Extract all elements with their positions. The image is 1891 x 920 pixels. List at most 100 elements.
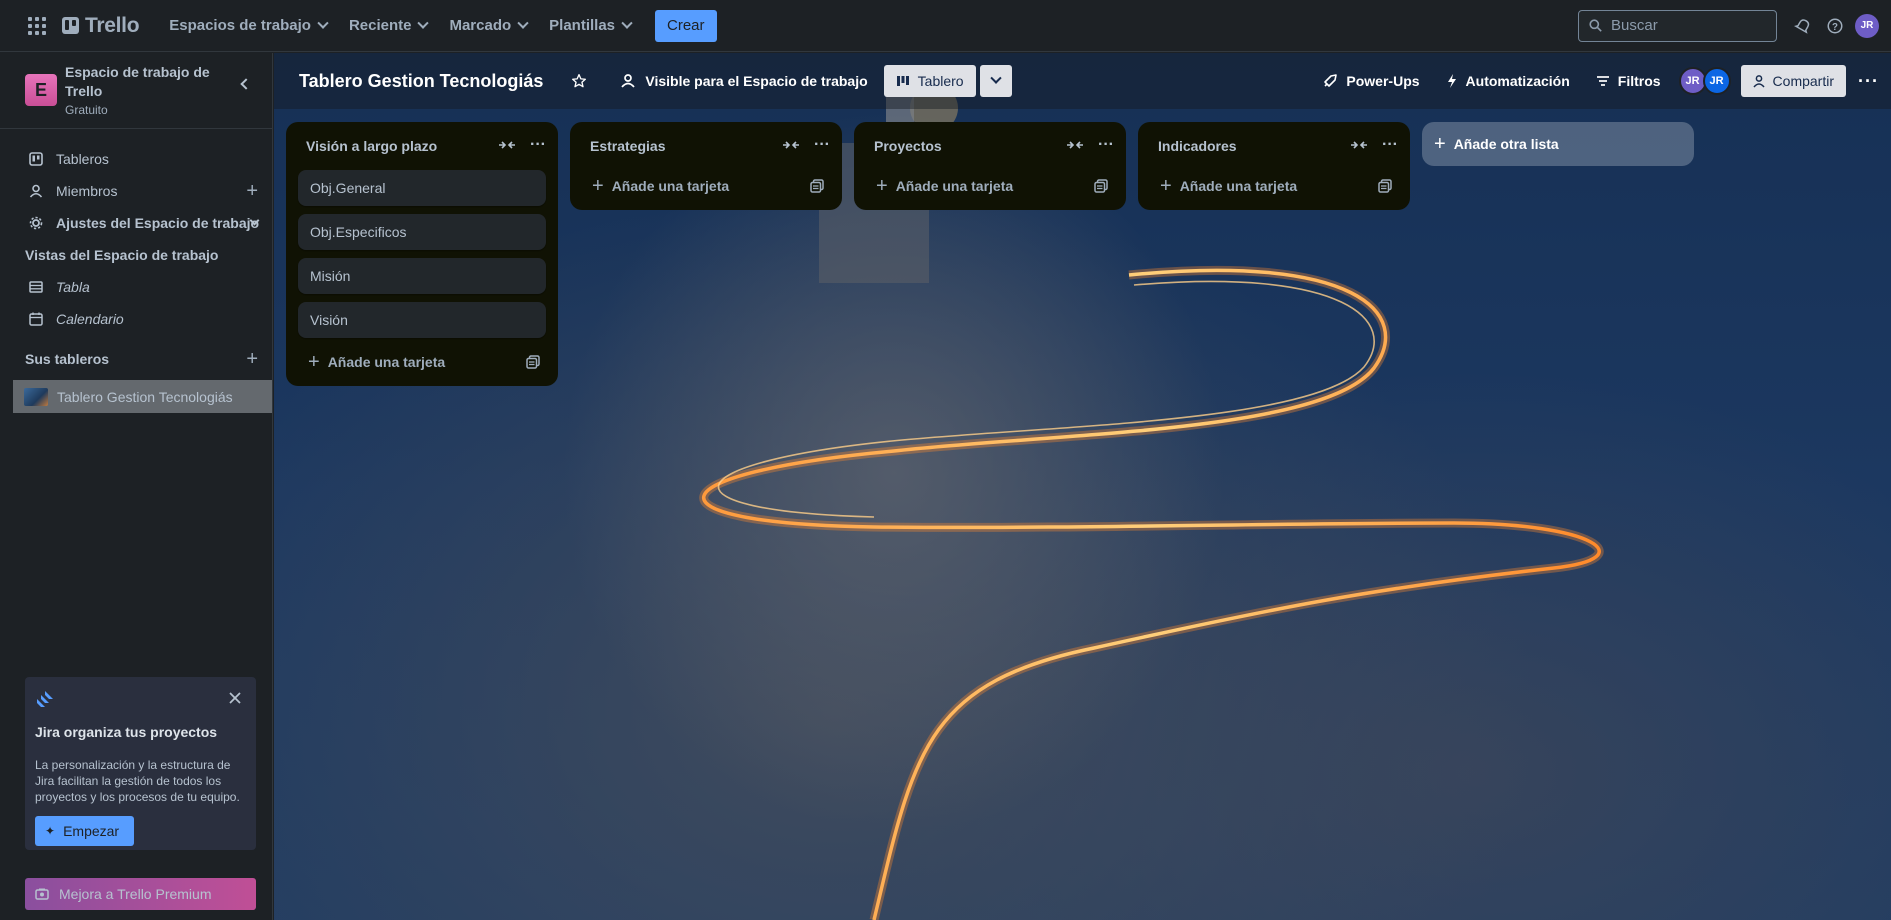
list-header[interactable]: Indicadores ··· (1146, 130, 1402, 162)
close-icon[interactable] (228, 691, 242, 705)
workspace-badge[interactable]: E (25, 74, 57, 106)
list-menu-icon[interactable]: ··· (814, 137, 830, 153)
sidebar-item-label: Calendario (56, 311, 124, 327)
create-button[interactable]: Crear (655, 9, 717, 42)
board-view-button[interactable]: Tablero (883, 65, 976, 97)
add-board-icon[interactable]: + (246, 348, 258, 371)
workspace-name[interactable]: Espacio de trabajo de Trello (65, 63, 215, 101)
table-icon (28, 281, 44, 293)
add-card-label: Añade una tarjeta (611, 178, 730, 194)
board-title[interactable]: Tablero Gestion Tecnologiás (299, 71, 543, 92)
add-card-button[interactable]: + Añade una tarjeta (578, 170, 834, 202)
search-box[interactable] (1578, 9, 1777, 42)
share-button[interactable]: Compartir (1740, 65, 1847, 97)
list-title[interactable]: Indicadores (1158, 138, 1237, 154)
sidebar-item-members[interactable]: Miembros + (0, 175, 272, 207)
add-member-icon[interactable]: + (246, 180, 258, 203)
add-list-button[interactable]: + Añade otra lista (1422, 122, 1694, 166)
notifications-icon[interactable] (1787, 10, 1819, 42)
filters-button[interactable]: Filtros (1588, 65, 1669, 97)
star-icon (572, 74, 587, 88)
menu-label: Reciente (348, 17, 412, 34)
automation-label: Automatización (1465, 73, 1570, 89)
trello-logo-icon (62, 17, 79, 34)
views-heading: Vistas del Espacio de trabajo (25, 247, 219, 263)
card-template-icon[interactable] (810, 179, 824, 193)
help-icon[interactable]: ? (1819, 10, 1851, 42)
collapse-list-icon[interactable] (782, 138, 800, 152)
collapse-list-icon[interactable] (498, 138, 516, 152)
automation-button[interactable]: Automatización (1438, 65, 1578, 97)
board-view-icon (896, 76, 909, 86)
search-icon (1589, 19, 1602, 32)
list-title[interactable]: Estrategias (590, 138, 665, 154)
collapse-list-icon[interactable] (1350, 138, 1368, 152)
sidebar-item-label: Ajustes del Espacio de trabajo (56, 215, 260, 231)
chevron-down-icon (621, 17, 633, 29)
plus-icon: + (308, 351, 320, 373)
visibility-label: Visible para el Espacio de trabajo (645, 73, 868, 89)
add-card-button[interactable]: + Añade una tarjeta (294, 346, 550, 378)
plus-icon: + (1160, 175, 1172, 197)
list-title[interactable]: Proyectos (874, 138, 942, 154)
lightning-icon (1447, 74, 1456, 88)
card[interactable]: Obj.General (298, 170, 546, 206)
more-options-icon[interactable]: ··· (1858, 71, 1879, 92)
star-board-button[interactable] (563, 65, 603, 97)
card-template-icon[interactable] (526, 355, 540, 369)
sidebar-board-item[interactable]: Tablero Gestion Tecnologiás (13, 380, 272, 413)
list: Visión a largo plazo ··· Obj.General Obj… (286, 122, 558, 386)
add-card-button[interactable]: + Añade una tarjeta (862, 170, 1118, 202)
card[interactable]: Obj.Especificos (298, 214, 546, 250)
sidebar-item-boards[interactable]: Tableros (0, 143, 272, 175)
sparkle-icon: ✦ (45, 824, 56, 838)
card-template-icon[interactable] (1094, 179, 1108, 193)
card-template-icon[interactable] (1378, 179, 1392, 193)
card[interactable]: Misión (298, 258, 546, 294)
board-thumbnail (24, 387, 48, 406)
lists-container: Visión a largo plazo ··· Obj.General Obj… (286, 122, 1694, 386)
search-input[interactable] (1611, 17, 1751, 34)
plus-icon: + (1434, 132, 1446, 155)
people-icon (621, 74, 636, 88)
menu-recent[interactable]: Reciente (341, 10, 436, 42)
list-menu-icon[interactable]: ··· (1382, 137, 1398, 153)
collapse-list-icon[interactable] (1066, 138, 1084, 152)
add-card-label: Añade una tarjeta (1179, 178, 1298, 194)
trello-logo[interactable]: Trello (62, 14, 140, 38)
svg-text:?: ? (1832, 21, 1838, 32)
app-switcher-icon[interactable] (26, 15, 48, 37)
visibility-button[interactable]: Visible para el Espacio de trabajo (611, 65, 875, 97)
sidebar-item-calendar[interactable]: Calendario (0, 303, 272, 335)
list: Indicadores ··· + Añade una tarjeta (1138, 122, 1410, 210)
list: Estrategias ··· + Añade una tarjeta (570, 122, 842, 210)
filters-label: Filtros (1617, 73, 1661, 89)
power-ups-button[interactable]: Power-Ups (1314, 65, 1427, 97)
sidebar-item-settings[interactable]: Ajustes del Espacio de trabajo (0, 207, 272, 239)
user-avatar[interactable]: JR (1855, 13, 1879, 38)
list-title[interactable]: Visión a largo plazo (306, 138, 437, 154)
menu-starred[interactable]: Marcado (441, 10, 535, 42)
sidebar-item-label: Miembros (56, 183, 118, 199)
list-header[interactable]: Estrategias ··· (578, 130, 834, 162)
jira-promo-card: Jira organiza tus proyectos La personali… (25, 677, 256, 850)
menu-workspaces[interactable]: Espacios de trabajo (161, 10, 335, 42)
menu-templates[interactable]: Plantillas (541, 10, 639, 42)
upgrade-premium-button[interactable]: Mejora a Trello Premium (25, 878, 256, 910)
sidebar-item-table[interactable]: Tabla (0, 271, 272, 303)
list-header[interactable]: Visión a largo plazo ··· (294, 130, 550, 162)
card[interactable]: Visión (298, 302, 546, 338)
calendar-icon (28, 312, 44, 326)
list-menu-icon[interactable]: ··· (1098, 137, 1114, 153)
start-button[interactable]: ✦ Empezar (35, 816, 134, 846)
collapse-sidebar-icon[interactable] (240, 78, 252, 90)
gear-icon (28, 216, 44, 230)
switch-view-dropdown[interactable] (979, 65, 1012, 97)
boards-heading-label: Sus tableros (25, 351, 110, 367)
menu-label: Marcado (449, 17, 512, 34)
list-header[interactable]: Proyectos ··· (862, 130, 1118, 162)
list-menu-icon[interactable]: ··· (530, 137, 546, 153)
rocket-icon (1324, 74, 1338, 87)
member-avatar[interactable]: JR (1702, 67, 1731, 95)
add-card-button[interactable]: + Añade una tarjeta (1146, 170, 1402, 202)
